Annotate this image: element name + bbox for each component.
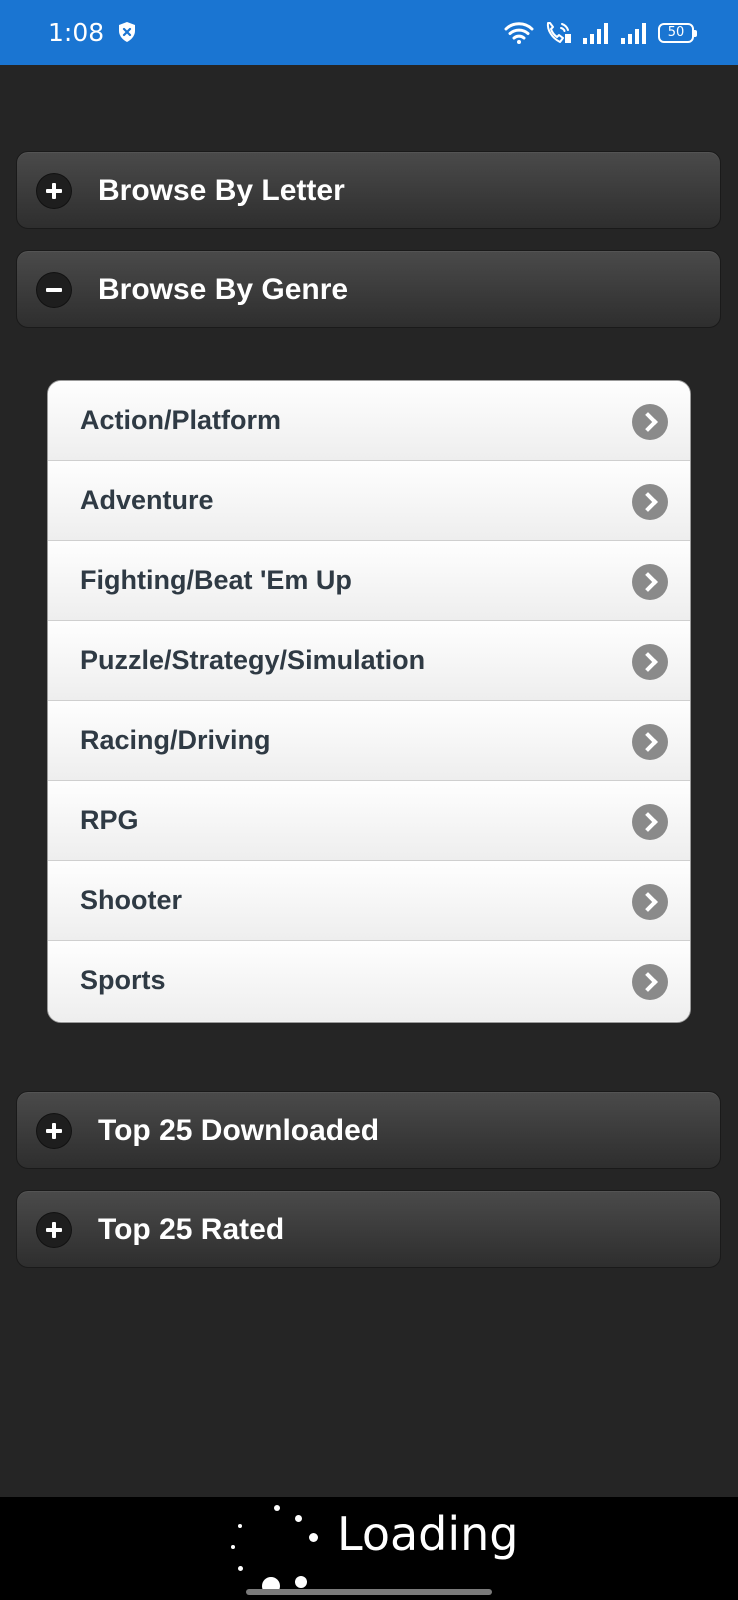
chevron-right-icon (632, 804, 668, 840)
genre-label: Shooter (80, 885, 183, 915)
loading-spinner-icon (225, 1497, 335, 1600)
genre-label: Action/Platform (80, 405, 282, 435)
browse-by-genre-header[interactable]: Browse By Genre (16, 250, 721, 328)
chevron-right-icon (632, 404, 668, 440)
genre-label: Puzzle/Strategy/Simulation (80, 645, 426, 675)
plus-icon (37, 1114, 71, 1148)
genre-label: Adventure (80, 485, 214, 515)
home-indicator[interactable] (246, 1589, 492, 1595)
genre-item-shooter[interactable]: Shooter (48, 861, 690, 941)
wifi-icon (504, 22, 534, 44)
genre-label: RPG (80, 805, 139, 835)
chevron-right-icon (632, 884, 668, 920)
genre-label: Fighting/Beat 'Em Up (80, 565, 352, 595)
volte-call-icon (546, 22, 571, 43)
chevron-right-icon (632, 964, 668, 1000)
status-time: 1:08 (48, 18, 105, 47)
genre-item-puzzle[interactable]: Puzzle/Strategy/Simulation (48, 621, 690, 701)
genre-label: Sports (80, 965, 166, 995)
chevron-right-icon (632, 644, 668, 680)
genre-label: Racing/Driving (80, 725, 271, 755)
genre-item-action-platform[interactable]: Action/Platform (48, 381, 690, 461)
minus-icon (37, 273, 71, 307)
browse-by-genre-label: Browse By Genre (98, 273, 349, 306)
plus-icon (37, 1213, 71, 1247)
status-icons: 50 (504, 18, 697, 48)
loading-text: Loading (337, 1507, 519, 1561)
chevron-right-icon (632, 724, 668, 760)
plus-icon (37, 174, 71, 208)
top-25-rated-header[interactable]: Top 25 Rated (16, 1190, 721, 1268)
browse-by-letter-header[interactable]: Browse By Letter (16, 151, 721, 229)
chevron-right-icon (632, 564, 668, 600)
genre-item-racing[interactable]: Racing/Driving (48, 701, 690, 781)
battery-icon: 50 (658, 23, 697, 43)
loading-bar: Loading (0, 1497, 738, 1600)
signal-icon (583, 23, 608, 44)
browse-by-letter-label: Browse By Letter (98, 174, 345, 207)
genre-item-fighting[interactable]: Fighting/Beat 'Em Up (48, 541, 690, 621)
top-25-downloaded-header[interactable]: Top 25 Downloaded (16, 1091, 721, 1169)
signal-icon (621, 23, 646, 44)
top-25-rated-label: Top 25 Rated (98, 1213, 285, 1246)
shield-icon (119, 22, 135, 42)
genre-item-rpg[interactable]: RPG (48, 781, 690, 861)
genre-list: Action/Platform Adventure Fighting/Beat … (47, 380, 691, 1023)
status-bar: 1:08 50 (0, 0, 738, 65)
genre-item-sports[interactable]: Sports (48, 941, 690, 1021)
top-25-downloaded-label: Top 25 Downloaded (98, 1114, 380, 1147)
genre-item-adventure[interactable]: Adventure (48, 461, 690, 541)
chevron-right-icon (632, 484, 668, 520)
